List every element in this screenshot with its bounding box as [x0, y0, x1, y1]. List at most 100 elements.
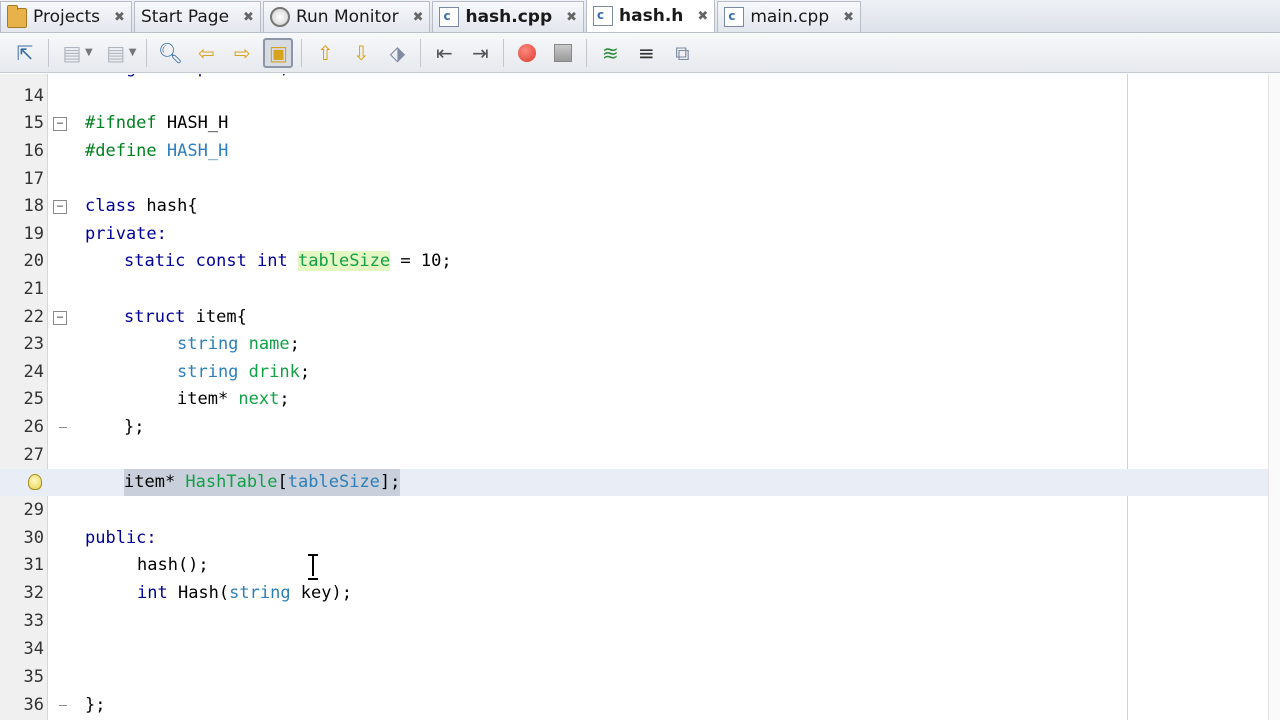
code-text: string name; [177, 334, 300, 354]
chevron-down-icon[interactable]: ▼ [129, 47, 137, 58]
close-icon[interactable]: ✖ [413, 10, 424, 25]
macro-name: HASH_H [166, 141, 229, 161]
tab-main-cpp[interactable]: main.cpp ✖ [717, 1, 862, 32]
line-number: 35 [23, 667, 44, 687]
code-text: using namespace std; [85, 74, 290, 82]
code-text: public: [85, 528, 157, 548]
code-line[interactable]: 15 − #ifndef HASH_H [0, 110, 1268, 137]
code-line[interactable]: 18 − class hash{ [0, 193, 1268, 220]
line-number: 36 [23, 695, 44, 715]
code-line[interactable]: 29 [0, 497, 1268, 524]
code-line[interactable]: 14 [0, 83, 1268, 110]
code-line[interactable]: 22 − struct item{ [0, 304, 1268, 331]
code-line[interactable]: 23 string name; [0, 331, 1268, 358]
line-number: 34 [23, 639, 44, 659]
extra-tool-icon[interactable]: ⧉ [667, 38, 697, 68]
close-icon[interactable]: ✖ [566, 10, 577, 25]
toolbar-separator [503, 38, 505, 67]
code-line[interactable]: 31 hash(); [0, 552, 1268, 579]
toggle-bookmark-icon[interactable]: ⬗ [382, 38, 412, 68]
tab-run-monitor[interactable]: Run Monitor ✖ [262, 1, 431, 32]
shift-right-icon[interactable]: ⇥ [465, 38, 495, 68]
fold-toggle-icon[interactable]: − [53, 311, 67, 325]
code-line[interactable]: 24 string drink; [0, 359, 1268, 386]
back-to-last-edit-icon[interactable]: ⇱ [10, 38, 40, 68]
close-icon[interactable]: ✖ [697, 9, 708, 24]
cpp-file-icon [724, 7, 745, 27]
tab-label: Run Monitor [295, 7, 399, 27]
code-line[interactable]: 30 public: [0, 525, 1268, 552]
line-number: 13 [0, 74, 44, 82]
tab-start-page[interactable]: Start Page ✖ [133, 1, 261, 32]
uncomment-icon[interactable]: ≡ [631, 38, 661, 68]
line-number: 33 [23, 611, 44, 631]
line-number: 14 [23, 86, 44, 106]
code-text: private: [85, 224, 167, 244]
fold-toggle-icon[interactable]: − [53, 200, 67, 214]
tab-label: Start Page [140, 7, 230, 27]
preprocessor-directive: #define [85, 141, 157, 161]
code-text: string drink; [177, 362, 311, 382]
code-line[interactable]: 33 [0, 608, 1268, 635]
comment-icon[interactable]: ≋ [595, 38, 625, 68]
lightbulb-hint-icon[interactable] [28, 474, 42, 490]
code-line[interactable]: 35 [0, 664, 1268, 691]
code-line[interactable]: 32 int Hash(string key); [0, 580, 1268, 607]
previous-occurrence-icon[interactable]: ⇦ [191, 38, 221, 68]
line-number: 15 [23, 113, 44, 133]
line-number: 16 [23, 141, 44, 161]
code-text: #ifndef HASH_H [85, 113, 229, 133]
line-number: 23 [23, 334, 44, 354]
toolbar-separator [48, 38, 49, 67]
history-icon[interactable]: ▤ [57, 38, 87, 68]
code-line[interactable]: 17 [0, 166, 1268, 193]
tab-label: main.cpp [750, 7, 830, 27]
code-text: }; [124, 417, 145, 437]
shift-left-icon[interactable]: ⇤ [429, 38, 459, 68]
line-number: 24 [23, 362, 44, 382]
code-text: hash(); [137, 555, 209, 575]
line-number: 17 [23, 169, 44, 189]
line-number: 29 [23, 500, 44, 520]
header-file-icon [593, 6, 614, 26]
fold-end-marker [59, 427, 67, 428]
tab-hash-cpp[interactable]: hash.cpp ✖ [432, 1, 585, 32]
code-line[interactable]: 21 [0, 276, 1268, 303]
error-stripe [1268, 74, 1280, 720]
code-line[interactable]: 36 }; [0, 692, 1268, 719]
code-line[interactable]: 20 static const int tableSize = 10; [0, 248, 1268, 275]
tab-label: hash.h [619, 6, 684, 26]
code-editor[interactable]: 13 using namespace std; 14 15 − #ifndef … [0, 74, 1280, 720]
close-icon[interactable]: ✖ [114, 10, 125, 25]
code-line[interactable]: 34 [0, 636, 1268, 663]
close-icon[interactable]: ✖ [243, 10, 254, 25]
line-number: 25 [23, 389, 44, 409]
code-line[interactable]: 16 #define HASH_H [0, 138, 1268, 165]
toggle-highlight-icon[interactable]: ▣ [263, 37, 294, 68]
code-line[interactable]: 13 using namespace std; [0, 74, 1268, 82]
gauge-icon [269, 7, 290, 27]
editor-tab-bar: Projects ✖ Start Page ✖ Run Monitor ✖ ha… [0, 0, 1280, 33]
code-line[interactable]: 27 [0, 442, 1268, 469]
next-occurrence-icon[interactable]: ⇨ [227, 38, 257, 68]
code-line[interactable]: 19 private: [0, 221, 1268, 248]
current-code-line[interactable]: item* HashTable[tableSize]; [0, 469, 1268, 496]
close-icon[interactable]: ✖ [843, 10, 854, 25]
line-number: 26 [23, 417, 44, 437]
text-cursor-icon [308, 554, 318, 580]
previous-bookmark-icon[interactable]: ⇧ [310, 38, 340, 68]
tab-projects[interactable]: Projects ✖ [0, 1, 132, 32]
tab-hash-h[interactable]: hash.h ✖ [586, 0, 716, 32]
find-icon[interactable]: 🔍︎ [155, 38, 185, 68]
start-macro-icon[interactable] [512, 38, 542, 68]
fold-toggle-icon[interactable]: − [53, 117, 67, 131]
code-line[interactable]: 26 }; [0, 414, 1268, 441]
next-bookmark-icon[interactable]: ⇩ [346, 38, 376, 68]
stop-macro-icon[interactable] [548, 38, 578, 68]
code-text: #define HASH_H [85, 138, 228, 165]
forward-history-icon[interactable]: ▤ [101, 38, 131, 68]
code-text: struct item{ [124, 307, 247, 327]
chevron-down-icon[interactable]: ▼ [85, 47, 93, 58]
code-line[interactable]: 25 item* next; [0, 386, 1268, 413]
toolbar-separator [301, 38, 303, 67]
